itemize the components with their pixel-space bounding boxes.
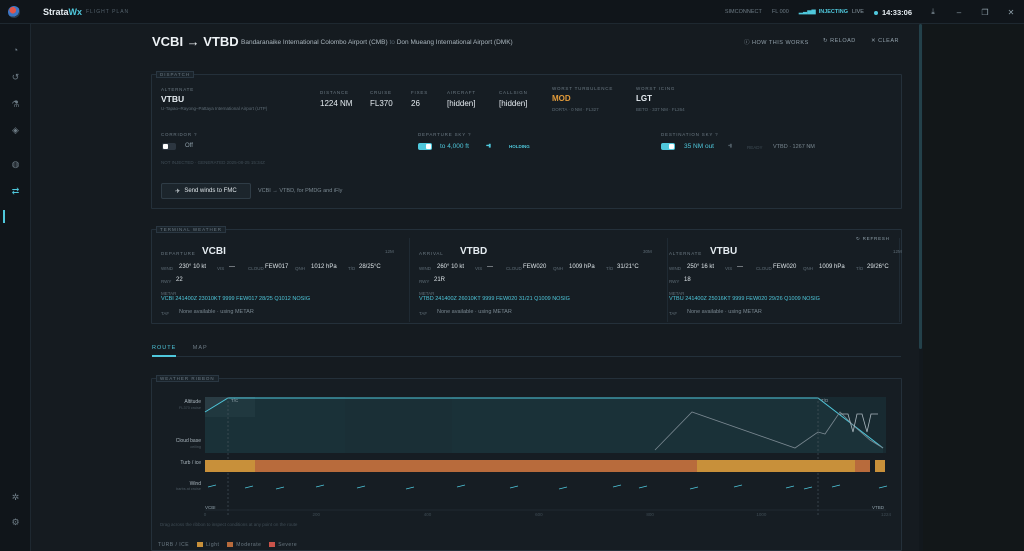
axis-tick-label: 1000 bbox=[756, 512, 767, 517]
start-airport-label: VCBI bbox=[205, 505, 216, 510]
altitude-profile-fill bbox=[205, 398, 883, 453]
wind-barb bbox=[315, 484, 325, 488]
axis-tick-label: 600 bbox=[535, 512, 543, 517]
legend-severe-swatch bbox=[269, 542, 276, 548]
turb-segment bbox=[697, 460, 855, 472]
wind-barb bbox=[878, 485, 888, 489]
wind-barb bbox=[456, 484, 466, 488]
legend-moderate-swatch bbox=[227, 542, 234, 548]
turb-segment bbox=[205, 460, 255, 472]
turb-segment bbox=[855, 460, 870, 472]
axis-tick-label: 1224 bbox=[881, 512, 892, 517]
wind-barb bbox=[356, 485, 366, 489]
toc-label: T/C bbox=[231, 398, 239, 403]
wind-barb bbox=[244, 485, 254, 489]
wind-barb bbox=[612, 484, 622, 488]
wind-barb bbox=[638, 485, 648, 489]
ribbon-hint: Drag across the ribbon to inspect condit… bbox=[160, 522, 298, 527]
axis-tick-label: 200 bbox=[313, 512, 321, 517]
ribbon-chart[interactable]: 0 200 400 600 800 1000 1224 bbox=[0, 0, 1024, 551]
axis-tick-label: 800 bbox=[646, 512, 654, 517]
wind-barb bbox=[207, 484, 217, 488]
wind-barb bbox=[509, 485, 519, 489]
wind-barb bbox=[689, 486, 699, 490]
wind-barb bbox=[831, 484, 841, 488]
wind-barb bbox=[733, 484, 743, 488]
wind-barb bbox=[803, 486, 813, 490]
axis-tick-label: 0 bbox=[204, 512, 207, 517]
end-airport-label: VTBD bbox=[872, 505, 885, 510]
legend-light-swatch bbox=[197, 542, 204, 548]
turb-segment bbox=[875, 460, 885, 472]
wind-barb bbox=[275, 486, 285, 490]
turb-ice-legend: TURB / ICE Light Moderate Severe bbox=[158, 542, 298, 548]
wind-barb bbox=[405, 486, 415, 490]
wind-barb bbox=[785, 485, 795, 489]
turb-segment bbox=[255, 460, 452, 472]
turb-segment bbox=[452, 460, 697, 472]
axis-tick-label: 400 bbox=[424, 512, 432, 517]
wind-barb bbox=[558, 486, 568, 490]
tod-label: T/D bbox=[821, 398, 829, 403]
